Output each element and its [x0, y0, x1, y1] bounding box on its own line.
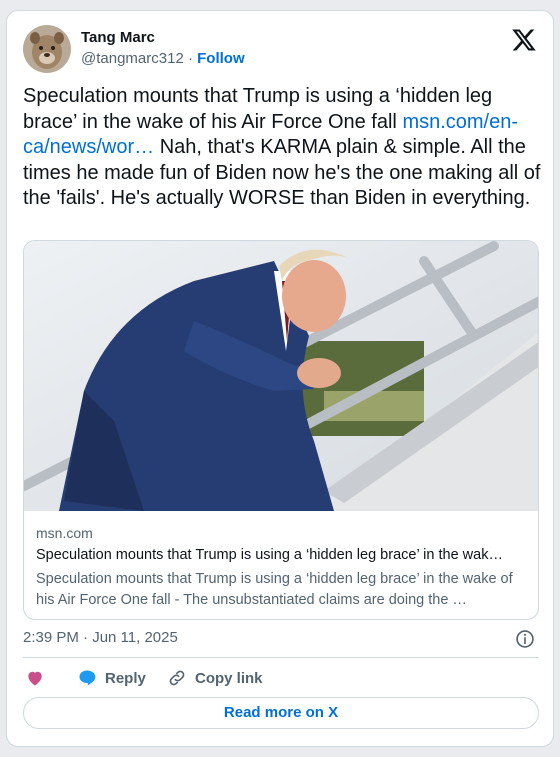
tweet-card: Tang Marc @tangmarc312 · Follow Speculat…: [6, 10, 554, 747]
divider: [23, 657, 539, 658]
link-icon: [169, 670, 185, 686]
like-button[interactable]: [25, 668, 53, 688]
author-handle[interactable]: @tangmarc312: [81, 50, 184, 67]
copy-link-button[interactable]: Copy link: [167, 668, 263, 688]
avatar[interactable]: [23, 25, 71, 73]
tweet-text: Speculation mounts that Trump is using a…: [23, 84, 543, 212]
heart-icon: [28, 671, 42, 686]
reply-bubble-icon: [79, 670, 96, 686]
read-more-button[interactable]: Read more on X: [23, 697, 539, 729]
reply-button[interactable]: Reply: [77, 668, 146, 688]
author-handle-row: @tangmarc312 · Follow: [81, 50, 245, 67]
reply-label: Reply: [105, 669, 146, 687]
x-logo-icon[interactable]: [511, 27, 537, 53]
link-card-title: Speculation mounts that Trump is using a…: [36, 547, 503, 563]
follow-button[interactable]: Follow: [197, 50, 245, 67]
dog-avatar-image: [23, 25, 71, 73]
link-card-description: Speculation mounts that Trump is using a…: [36, 571, 513, 608]
copy-link-label: Copy link: [195, 669, 263, 687]
author-name[interactable]: Tang Marc: [81, 29, 155, 46]
preview-image: [24, 241, 538, 511]
link-card-domain: msn.com: [36, 525, 93, 541]
handle-separator: ·: [187, 50, 193, 67]
link-preview-card[interactable]: msn.com Speculation mounts that Trump is…: [23, 240, 539, 620]
info-icon[interactable]: [515, 629, 535, 649]
tweet-timestamp[interactable]: 2:39 PM · Jun 11, 2025: [23, 629, 178, 646]
